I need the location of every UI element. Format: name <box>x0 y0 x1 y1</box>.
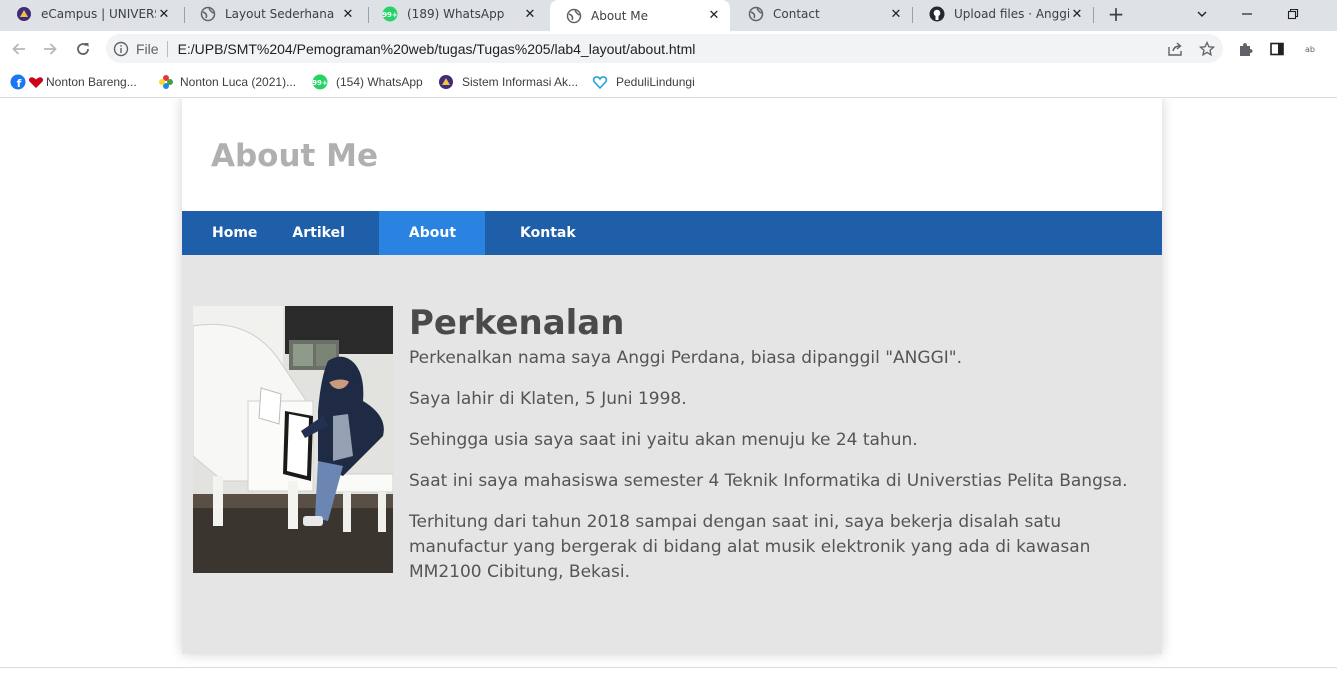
tab-title: Upload files · AnggiPe <box>954 7 1069 21</box>
nav-kontak[interactable]: Kontak <box>485 211 606 255</box>
svg-text:f: f <box>17 77 22 90</box>
article-paragraph: Terhitung dari tahun 2018 sampai dengan … <box>409 512 1091 582</box>
profile-icon[interactable]: ab <box>1298 37 1322 61</box>
site-header: About Me <box>182 98 1162 211</box>
page-container: About Me Home Artikel About Kontak Perke… <box>182 98 1162 654</box>
bookmark-label: PeduliLindungi <box>616 75 695 89</box>
back-icon[interactable] <box>6 36 32 62</box>
close-icon[interactable]: ✕ <box>156 6 172 22</box>
window-bottom-edge <box>0 667 1337 682</box>
globe-icon <box>748 6 764 22</box>
browser-toolbar: File E:/UPB/SMT%204/Pemograman%20web/tug… <box>0 31 1337 67</box>
close-icon[interactable]: ✕ <box>888 6 904 22</box>
tab-contact[interactable]: Contact ✕ <box>732 0 912 28</box>
new-tab-button[interactable]: + <box>1104 2 1128 26</box>
tab-strip: eCampus | UNIVERSITAS ✕ Layout Sederhana… <box>0 0 1337 31</box>
tab-search-icon[interactable] <box>1179 0 1225 28</box>
nav-about[interactable]: About <box>378 211 486 255</box>
tab-title: Contact <box>773 7 820 21</box>
side-panel-icon[interactable] <box>1265 37 1289 61</box>
tab-divider <box>1093 7 1094 23</box>
tab-title: Layout Sederhana <box>225 7 335 21</box>
tab-ecampus[interactable]: eCampus | UNIVERSITAS ✕ <box>0 0 180 28</box>
nav-artikel[interactable]: Artikel <box>287 211 378 255</box>
svg-text:ab: ab <box>1305 45 1315 54</box>
pinwheel-icon <box>158 74 174 90</box>
article-paragraph: Saat ini saya mahasiswa semester 4 Tekni… <box>409 471 1128 491</box>
article: Perkenalan Perkenalkan nama saya Anggi P… <box>409 303 1154 601</box>
facebook-heart-icon: f <box>10 74 44 90</box>
article-paragraph: Perkenalkan nama saya Anggi Perdana, bia… <box>409 348 962 368</box>
extensions-icon[interactable] <box>1233 37 1257 61</box>
share-icon[interactable] <box>1159 41 1191 57</box>
article-paragraph: Saya lahir di Klaten, 5 Juni 1998. <box>409 389 687 409</box>
close-icon[interactable]: ✕ <box>340 6 356 22</box>
site-title: About Me <box>211 137 379 174</box>
university-logo-icon <box>16 6 32 22</box>
article-heading: Perkenalan <box>409 303 625 343</box>
bookmark-item[interactable]: f Nonton Bareng... <box>10 72 137 92</box>
bookmarks-bar: f Nonton Bareng... Nonton Luca (2021)...… <box>0 67 1337 98</box>
tab-whatsapp[interactable]: 99+ (189) WhatsApp ✕ <box>366 0 546 28</box>
profile-photo <box>193 306 393 573</box>
tab-github-upload[interactable]: Upload files · AnggiPe ✕ <box>913 0 1093 28</box>
whatsapp-icon: 99+ <box>312 74 328 90</box>
article-paragraph: Sehingga usia saya saat ini yaitu akan m… <box>409 430 918 450</box>
tab-title: About Me <box>591 8 649 23</box>
close-icon[interactable]: ✕ <box>706 8 722 24</box>
url-text[interactable]: E:/UPB/SMT%204/Pemograman%20web/tugas/Tu… <box>178 41 1159 57</box>
pedulilindungi-icon <box>592 74 608 90</box>
bookmark-label: Nonton Luca (2021)... <box>180 75 297 89</box>
close-icon[interactable]: ✕ <box>522 6 538 22</box>
page-viewport: About Me Home Artikel About Kontak Perke… <box>0 98 1337 667</box>
svg-text:99+: 99+ <box>312 79 328 87</box>
bookmark-label: Nonton Bareng... <box>46 75 137 89</box>
tab-layout-sederhana[interactable]: Layout Sederhana ✕ <box>184 0 364 28</box>
bookmark-item[interactable]: 99+ (154) WhatsApp <box>312 72 423 92</box>
info-icon[interactable] <box>106 41 136 57</box>
main-content: Perkenalan Perkenalkan nama saya Anggi P… <box>182 255 1162 654</box>
bookmark-item[interactable]: Nonton Luca (2021)... <box>158 72 296 92</box>
main-nav: Home Artikel About Kontak <box>182 211 1162 255</box>
url-scheme-label: File <box>136 40 159 57</box>
tab-about-me[interactable]: About Me ✕ <box>550 0 730 31</box>
bookmark-label: (154) WhatsApp <box>336 75 423 89</box>
reload-icon[interactable] <box>70 36 96 62</box>
bookmark-label: Sistem Informasi Ak... <box>462 75 579 89</box>
github-icon <box>929 6 945 22</box>
close-icon[interactable]: ✕ <box>1069 6 1085 22</box>
star-icon[interactable] <box>1191 40 1223 57</box>
globe-icon <box>566 8 582 24</box>
forward-icon[interactable] <box>37 36 63 62</box>
address-bar[interactable]: File E:/UPB/SMT%204/Pemograman%20web/tug… <box>106 34 1223 63</box>
nav-home[interactable]: Home <box>182 211 287 255</box>
svg-text:99+: 99+ <box>382 11 398 19</box>
bookmark-item[interactable]: PeduliLindungi <box>592 72 695 92</box>
minimize-icon[interactable] <box>1224 0 1270 28</box>
url-divider <box>166 40 168 57</box>
bookmark-item[interactable]: Sistem Informasi Ak... <box>438 72 578 92</box>
restore-icon[interactable] <box>1270 0 1316 28</box>
globe-icon <box>200 6 216 22</box>
tab-title: eCampus | UNIVERSITAS <box>41 7 156 21</box>
whatsapp-icon: 99+ <box>382 6 398 22</box>
tab-title: (189) WhatsApp <box>407 7 505 21</box>
university-logo-icon <box>438 74 454 90</box>
